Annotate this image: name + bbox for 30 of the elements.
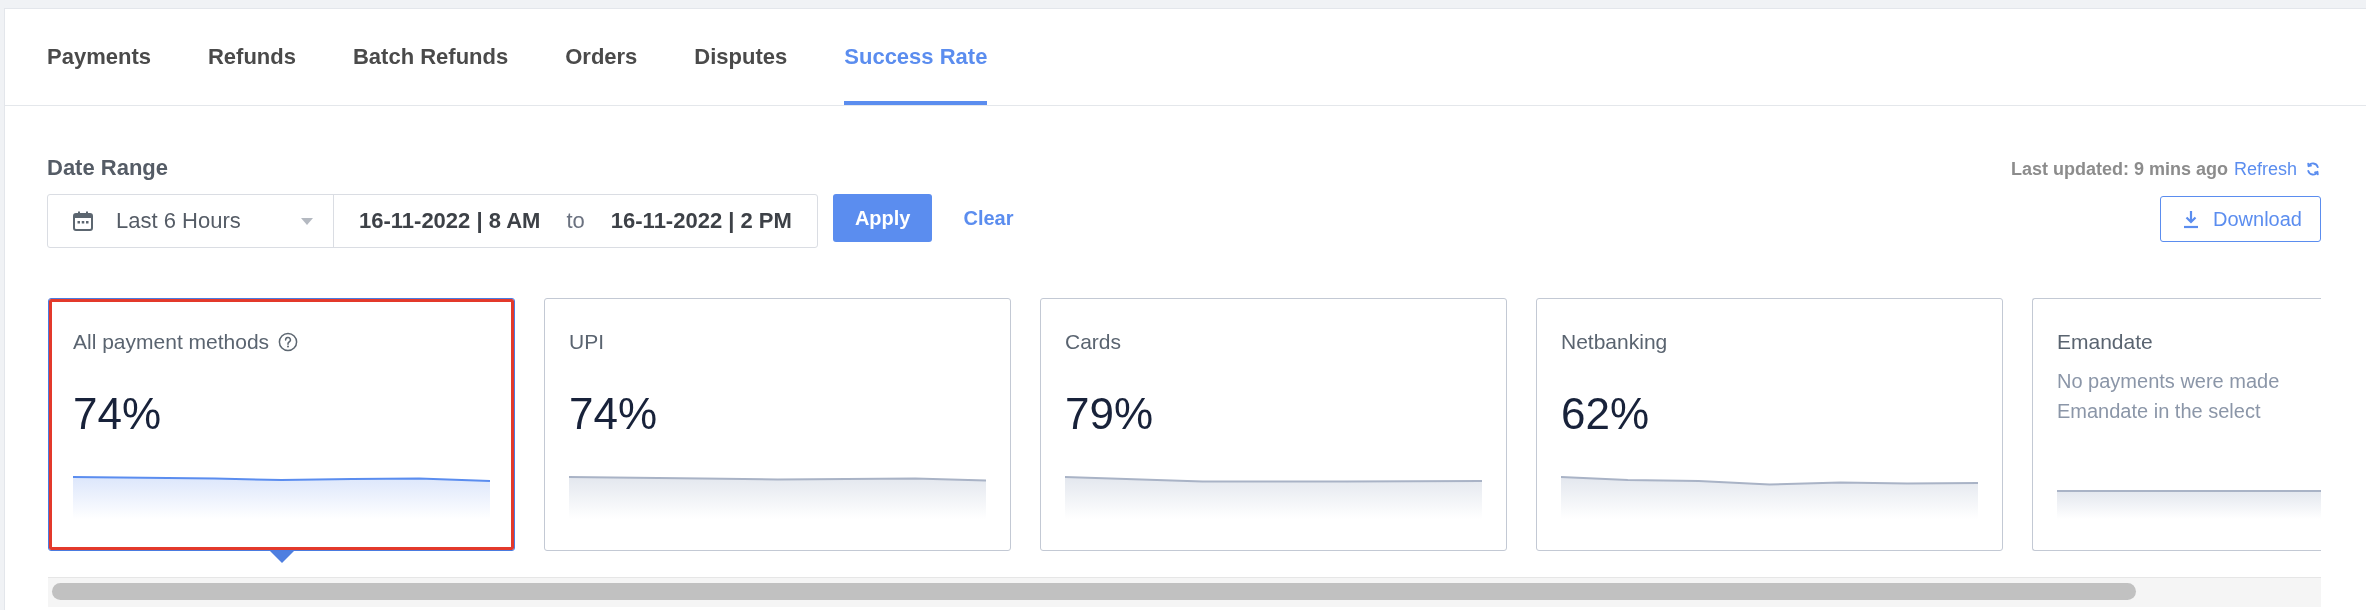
success-rate-value: 79%	[1065, 388, 1154, 440]
card-title: All payment methods	[73, 329, 270, 355]
tab[interactable]: Batch Refunds	[352, 9, 509, 105]
success-rate-value: 74%	[569, 388, 658, 440]
caret-icon	[301, 217, 313, 225]
metric-card[interactable]: Netbanking 62%	[1536, 298, 2003, 551]
success-rate-value: 62%	[1561, 388, 1650, 440]
end-date-field[interactable]: 16-11-2022 | 2 PM	[610, 210, 792, 232]
last-updated-text: Last updated: 9 mins ago	[2010, 158, 2228, 181]
scrollbar-thumb[interactable]	[52, 583, 2136, 600]
success-rate-value: 74%	[73, 388, 162, 440]
calendar-icon	[72, 210, 94, 232]
date-separator-text: to	[566, 210, 585, 232]
date-range-label: Date Range	[47, 154, 169, 182]
card-title: Emandate	[2057, 329, 2153, 355]
date-preset-dropdown[interactable]: Last 6 Hours	[48, 195, 334, 247]
tab[interactable]: Orders	[565, 9, 638, 105]
metric-card[interactable]: Cards 79%	[1040, 298, 1507, 551]
tab[interactable]: Payments	[47, 9, 151, 105]
refresh-icon	[2305, 161, 2321, 177]
metric-card[interactable]: UPI 74%	[544, 298, 1011, 551]
tab[interactable]: Disputes	[694, 9, 788, 105]
metric-card[interactable]: Emandate No payments were made Emandate in the select	[2032, 298, 2321, 551]
card-title: Netbanking	[1561, 329, 1668, 355]
start-date-field[interactable]: 16-11-2022 | 8 AM	[359, 210, 541, 232]
card-title: UPI	[569, 329, 604, 355]
horizontal-scrollbar[interactable]	[48, 577, 2321, 607]
tab[interactable]: Refunds	[207, 9, 296, 105]
empty-message: No payments were made Emandate in the select	[2057, 369, 2280, 424]
card-title: Cards	[1065, 329, 1122, 355]
